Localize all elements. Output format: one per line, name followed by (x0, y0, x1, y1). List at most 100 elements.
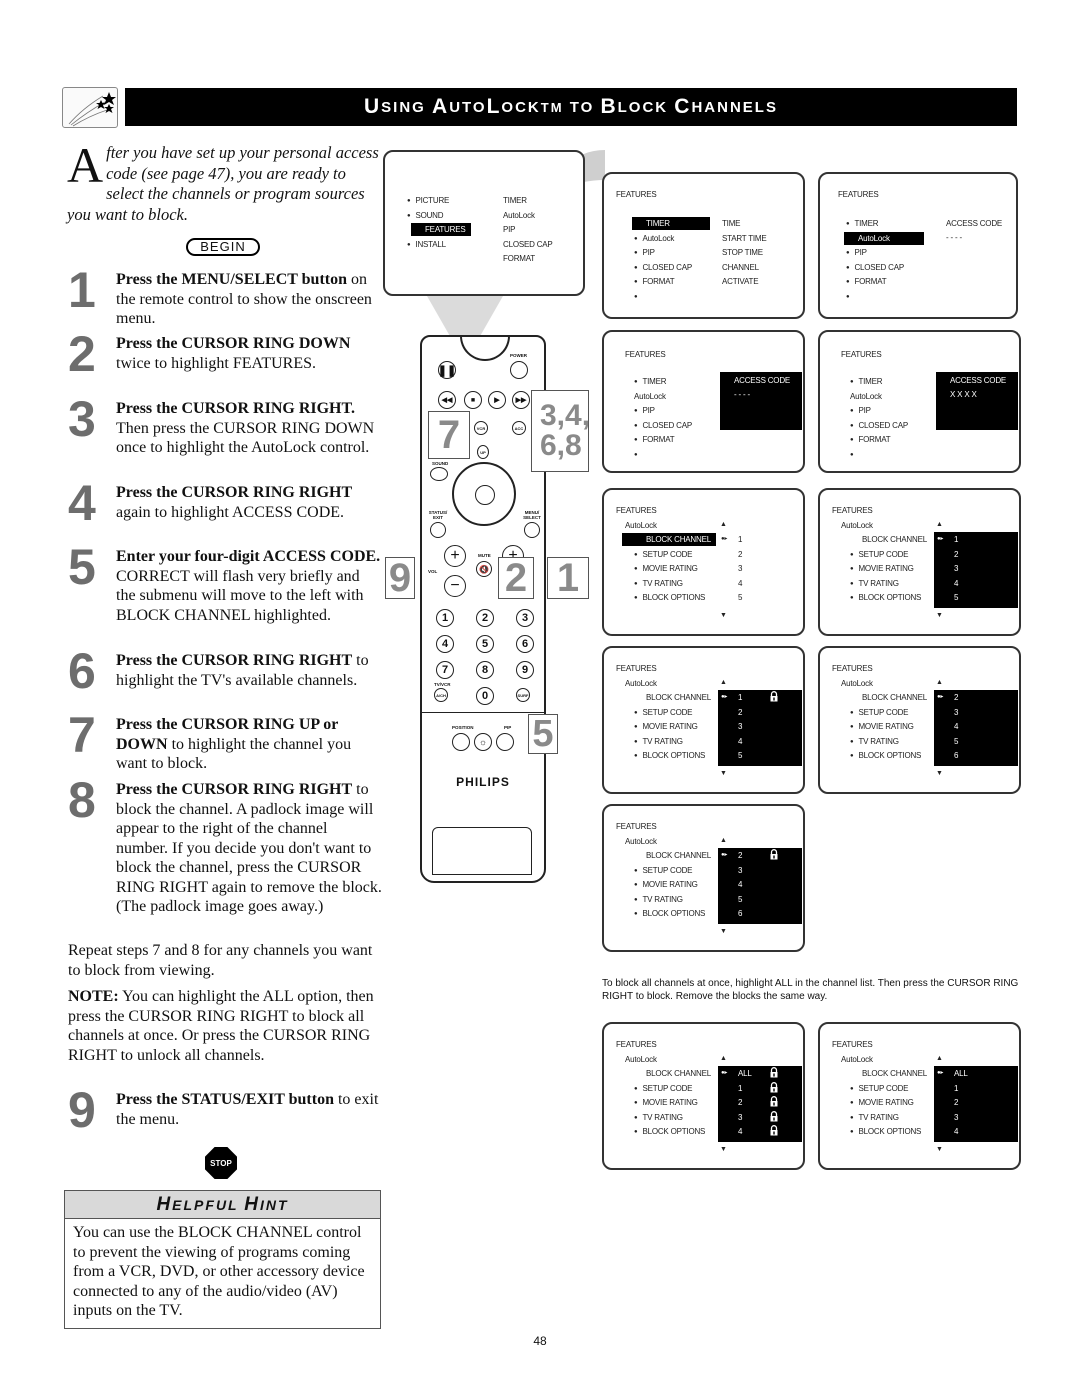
sound-label: SOUND (432, 461, 449, 466)
keypad-1-button[interactable]: 1 (436, 609, 454, 627)
main-menu-item: SOUND (407, 209, 443, 222)
surf-button[interactable]: SURF (516, 688, 530, 702)
light-button[interactable]: ☼ (474, 733, 492, 751)
tv-vcr-label: TV/VCR (434, 682, 451, 687)
step-instruction: Press the STATUS/EXIT button (116, 1091, 334, 1108)
stop-button[interactable]: ■ (464, 391, 482, 409)
autolock-channel-screen: FEATURES AutoLock ▲ ▼ BLOCK CHANNEL SETUP COD… (818, 1022, 1021, 1170)
keypad-5-button[interactable]: 5 (476, 635, 494, 653)
power-button[interactable] (510, 361, 528, 379)
repeat-note: Repeat steps 7 and 8 for any channels yo… (68, 942, 373, 979)
menu-select-button[interactable] (524, 522, 540, 538)
cursor-ring-center[interactable] (475, 485, 495, 505)
features-item: AutoLock (844, 231, 924, 245)
callout-step-1: 1 (547, 556, 589, 600)
features-item: CLOSED CAP (634, 261, 692, 274)
hint-title-rest: INT (259, 1197, 289, 1213)
main-menu-submenu-item: CLOSED CAP (503, 239, 553, 249)
step-text: Press the CURSOR RING RIGHT to highlight… (116, 651, 383, 690)
acc-button[interactable]: ACC (512, 421, 526, 435)
hint-title-rest: ELPFUL (172, 1197, 245, 1213)
autolock-item: BLOCK OPTIONS (634, 907, 705, 920)
keypad-3-button[interactable]: 3 (516, 609, 534, 627)
features-item: TIMER (634, 375, 666, 388)
channel-number: 6 (738, 909, 743, 918)
features-item: TIMER (850, 375, 882, 388)
cursor-icon: ●▸ (721, 536, 728, 542)
step-text: Press the MENU/SELECT button on the remo… (116, 270, 383, 329)
callout-step-9: 9 (385, 556, 415, 600)
callout-step-2: 2 (498, 556, 534, 600)
cursor-icon: ●▸ (721, 852, 728, 858)
volume-up-button[interactable]: + (444, 545, 466, 567)
step-text: Press the STATUS/EXIT button to exit the… (116, 1090, 383, 1129)
play-button[interactable]: ▶ (488, 391, 506, 409)
autolock-channel-screen: FEATURES AutoLock ▲ ▼ BLOCK CHANNEL SETUP COD… (602, 646, 805, 794)
autolock-item: BLOCK OPTIONS (850, 749, 921, 762)
keypad-9-button[interactable]: 9 (516, 661, 534, 679)
power-label: POWER (510, 353, 528, 358)
channel-list-box (718, 848, 802, 924)
autolock-item: SETUP CODE (634, 548, 692, 561)
screen-title: FEATURES (616, 664, 657, 673)
step-number: 4 (68, 475, 96, 531)
title-initial: U (364, 95, 382, 118)
step-2: 2 Press the CURSOR RING DOWN twice to hig… (68, 329, 383, 379)
features-item: FORMAT (846, 275, 886, 288)
autolock-item: BLOCK CHANNEL (622, 533, 716, 546)
mute-button[interactable]: 🔇 (476, 561, 492, 577)
ach-button[interactable]: A/CH (434, 688, 448, 702)
rewind-button[interactable]: ◀◀ (438, 391, 456, 409)
keypad-6-button[interactable]: 6 (516, 635, 534, 653)
step-description: CORRECT will flash very briefly and the … (116, 567, 364, 624)
title-rest: LOCK (617, 98, 675, 116)
autolock-item: MOVIE RATING (634, 562, 697, 575)
fast-forward-button[interactable]: ▶▶ (512, 391, 530, 409)
status-exit-button[interactable] (430, 522, 446, 538)
features-screen-code-entry: FEATURES TIMER AutoLock PIP CLOSED CAPFORMAT… (602, 330, 805, 473)
volume-down-button[interactable]: − (444, 575, 466, 597)
scroll-down-arrow: ▼ (720, 770, 727, 777)
padlock-icon (770, 1081, 778, 1095)
scroll-up-arrow: ▲ (720, 521, 727, 528)
cursor-ring[interactable] (452, 462, 516, 526)
features-item (846, 290, 854, 303)
page-title: U SING A UTO L OCK TM TO B LOCK C HANNELS (125, 88, 1017, 126)
cursor-icon: ●▸ (937, 1070, 944, 1076)
callout-step-7: 7 (428, 411, 470, 459)
features-item: PIP (846, 246, 866, 259)
padlock-icon (770, 1067, 778, 1080)
channel-number: 4 (954, 722, 959, 731)
autolock-channel-screen: FEATURES AutoLock ▲ ▼ BLOCK CHANNEL SETUP COD… (818, 646, 1021, 794)
vcr-button[interactable]: VCR (474, 421, 488, 435)
autolock-channel-screen: FEATURES AutoLock ▲ ▼ BLOCK CHANNEL SETUP COD… (602, 488, 805, 636)
autolock-item: BLOCK CHANNEL (646, 851, 711, 860)
features-item: PIP (634, 404, 654, 417)
drop-cap: A (67, 137, 104, 193)
keypad-4-button[interactable]: 4 (436, 635, 454, 653)
channel-number: 3 (954, 1112, 959, 1122)
channel-number: 1 (738, 535, 743, 544)
sound-button[interactable] (430, 467, 448, 481)
pip-ch-up-button[interactable]: UP (477, 445, 489, 459)
channel-number: 5 (738, 894, 743, 904)
step-instruction: Press the CURSOR RING RIGHT. (116, 400, 355, 417)
pip-button[interactable] (496, 733, 514, 751)
position-label: POSITION (452, 725, 474, 730)
padlock-icon (770, 1110, 778, 1124)
channel-number: 2 (954, 1098, 959, 1107)
autolock-item: TV RATING (850, 735, 898, 748)
keypad-0-button[interactable]: 0 (476, 687, 494, 705)
keypad-8-button[interactable]: 8 (476, 661, 494, 679)
position-button[interactable] (452, 733, 470, 751)
screen-subtitle: AutoLock (625, 521, 657, 530)
keypad-7-button[interactable]: 7 (436, 661, 454, 679)
keypad-2-button[interactable]: 2 (476, 609, 494, 627)
timer-option: START TIME (722, 233, 767, 243)
channel-number: 4 (954, 578, 959, 588)
screen-subtitle: AutoLock (625, 837, 657, 846)
hint-title: HELPFUL HINT (65, 1191, 380, 1219)
pause-button[interactable]: ❚❚ (438, 361, 456, 379)
autolock-item: BLOCK OPTIONS (634, 749, 705, 762)
autolock-channel-screen: FEATURES AutoLock ▲ ▼ BLOCK CHANNEL SETUP COD… (818, 488, 1021, 636)
